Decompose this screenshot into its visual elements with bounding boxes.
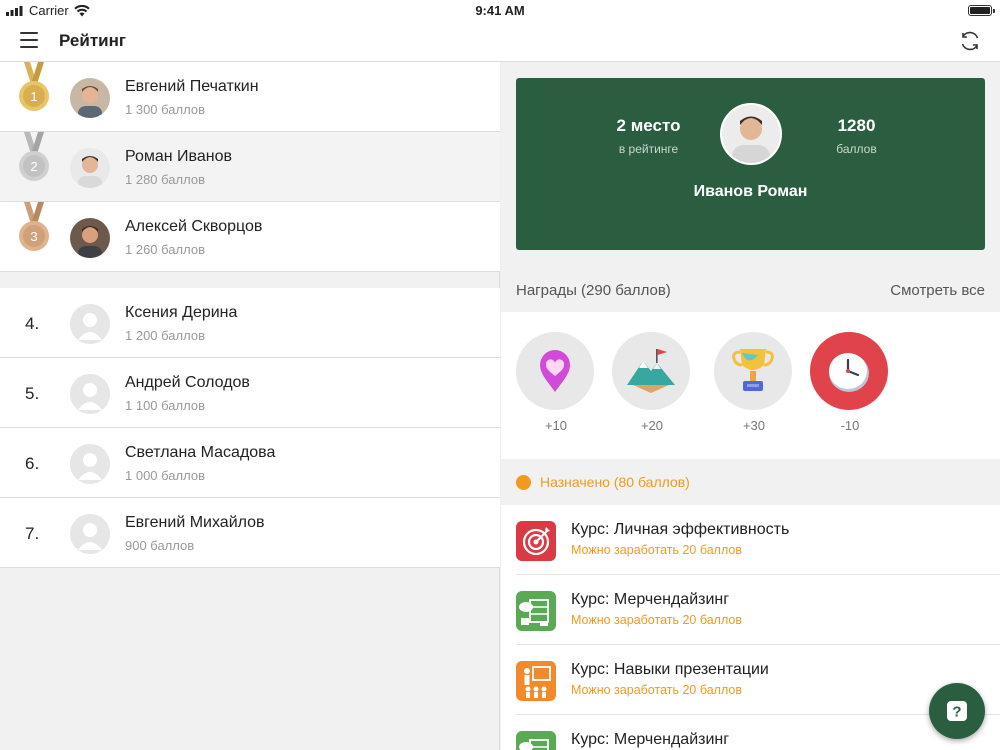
leaderboard-panel: 1 Евгений Печаткин 1 300 баллов 2 Роман … <box>0 62 500 750</box>
avatar-placeholder-icon <box>70 374 110 414</box>
svg-text:2: 2 <box>30 159 37 174</box>
target-icon <box>516 521 556 561</box>
profile-panel: 2 место в рейтинге 1280 баллов Иванов Ро… <box>501 62 1000 750</box>
status-time: 9:41 AM <box>475 3 525 18</box>
user-score: 900 баллов <box>125 538 195 553</box>
course-title: Курс: Мерчендайзинг <box>571 591 730 608</box>
assigned-header: Назначено (80 баллов) <box>516 474 690 490</box>
avatar <box>70 148 110 188</box>
user-score: 1 300 баллов <box>125 102 205 117</box>
mountain-flag-icon <box>612 332 690 410</box>
leaderboard-row[interactable]: 1 Евгений Печаткин 1 300 баллов <box>0 62 500 132</box>
points-value: 1280 <box>837 116 876 135</box>
user-score: 1 000 баллов <box>125 468 205 483</box>
avatar-placeholder-icon <box>70 514 110 554</box>
course-item[interactable]: Курс: Мерчендайзинг <box>516 715 1000 750</box>
avatar-placeholder-icon <box>70 304 110 344</box>
rank-number: 6. <box>25 454 40 473</box>
award-item[interactable]: +10 <box>516 332 596 433</box>
avatar <box>70 218 110 258</box>
hamburger-menu-icon[interactable] <box>20 32 38 48</box>
points-caption: баллов <box>836 142 877 156</box>
profile-card: 2 место в рейтинге 1280 баллов Иванов Ро… <box>516 78 985 250</box>
question-icon: ? <box>947 701 967 721</box>
leaderboard-row[interactable]: 6. Светлана Масадова 1 000 баллов <box>0 428 500 498</box>
user-score: 1 100 баллов <box>125 398 205 413</box>
refresh-icon[interactable] <box>958 29 982 53</box>
user-name: Евгений Печаткин <box>125 78 259 95</box>
user-name: Светлана Масадова <box>125 444 276 461</box>
shelf-icon <box>516 591 556 631</box>
rank-number: 5. <box>25 384 40 403</box>
gold-medal-icon: 1 <box>19 62 49 111</box>
course-item[interactable]: Курс: Личная эффективность Можно заработ… <box>516 505 1000 575</box>
assigned-title: Назначено (80 баллов) <box>540 474 690 490</box>
place-caption: в рейтинге <box>618 142 679 156</box>
leaderboard-row[interactable]: 7. Евгений Михайлов 900 баллов <box>0 498 500 568</box>
course-title: Курс: Личная эффективность <box>571 521 790 538</box>
shelf-icon <box>516 731 556 750</box>
profile-points: 1280 баллов <box>804 116 909 156</box>
trophy-icon <box>714 332 792 410</box>
award-value: +10 <box>544 418 568 433</box>
award-item[interactable]: -10 <box>810 332 890 433</box>
profile-avatar <box>720 103 782 165</box>
award-value: +20 <box>640 418 664 433</box>
leaderboard-row[interactable]: 2 Роман Иванов 1 280 баллов <box>0 132 500 202</box>
course-subtitle: Можно заработать 20 баллов <box>571 543 742 557</box>
user-name: Евгений Михайлов <box>125 514 265 531</box>
silver-medal-icon: 2 <box>19 132 49 181</box>
user-name: Роман Иванов <box>125 148 232 165</box>
battery-icon <box>968 5 995 16</box>
course-subtitle: Можно заработать 20 баллов <box>571 683 742 697</box>
profile-place: 2 место в рейтинге <box>596 116 701 156</box>
awards-header: Награды (290 баллов) Смотреть все <box>516 282 985 299</box>
course-title: Курс: Мерчендайзинг <box>571 731 730 748</box>
leaderboard-row[interactable]: 3 Алексей Скворцов 1 260 баллов <box>0 202 500 272</box>
help-button[interactable]: ? <box>929 683 985 739</box>
user-score: 1 280 баллов <box>125 172 205 187</box>
leaderboard-row[interactable]: 4. Ксения Дерина 1 200 баллов <box>0 288 500 358</box>
help-label: ? <box>952 704 961 721</box>
svg-text:1: 1 <box>30 89 37 104</box>
avatar-placeholder-icon <box>70 444 110 484</box>
user-name: Алексей Скворцов <box>125 218 263 235</box>
awards-list: +10 +20 +30 -10 <box>501 312 1000 459</box>
award-value: +30 <box>742 418 766 433</box>
course-item[interactable]: Курс: Навыки презентации Можно заработат… <box>516 645 1000 715</box>
course-subtitle: Можно заработать 20 баллов <box>571 613 742 627</box>
course-title: Курс: Навыки презентации <box>571 661 769 678</box>
avatar <box>70 78 110 118</box>
course-list: Курс: Личная эффективность Можно заработ… <box>501 505 1000 750</box>
award-item[interactable]: +20 <box>612 332 692 433</box>
page-title: Рейтинг <box>59 31 126 50</box>
status-dot-icon <box>516 474 531 490</box>
status-bar: Carrier 9:41 AM <box>0 0 1000 20</box>
award-value: -10 <box>840 418 860 433</box>
clock-icon <box>810 332 888 410</box>
svg-text:3: 3 <box>30 229 37 244</box>
bronze-medal-icon: 3 <box>19 202 49 251</box>
user-score: 1 200 баллов <box>125 328 205 343</box>
presentation-icon <box>516 661 556 701</box>
awards-title: Награды (290 баллов) <box>516 282 671 299</box>
award-item[interactable]: +30 <box>714 332 794 433</box>
place-value: 2 место <box>616 116 681 135</box>
profile-name: Иванов Роман <box>693 183 808 200</box>
leaderboard-row[interactable]: 5. Андрей Солодов 1 100 баллов <box>0 358 500 428</box>
user-name: Ксения Дерина <box>125 304 238 321</box>
user-name: Андрей Солодов <box>125 374 250 391</box>
rank-number: 7. <box>25 524 40 543</box>
see-all-link[interactable]: Смотреть все <box>890 282 985 299</box>
rank-number: 4. <box>25 314 40 333</box>
nav-bar: Рейтинг <box>0 20 1000 62</box>
user-score: 1 260 баллов <box>125 242 205 257</box>
heart-pin-icon <box>516 332 594 410</box>
course-item[interactable]: Курс: Мерчендайзинг Можно заработать 20 … <box>516 575 1000 645</box>
